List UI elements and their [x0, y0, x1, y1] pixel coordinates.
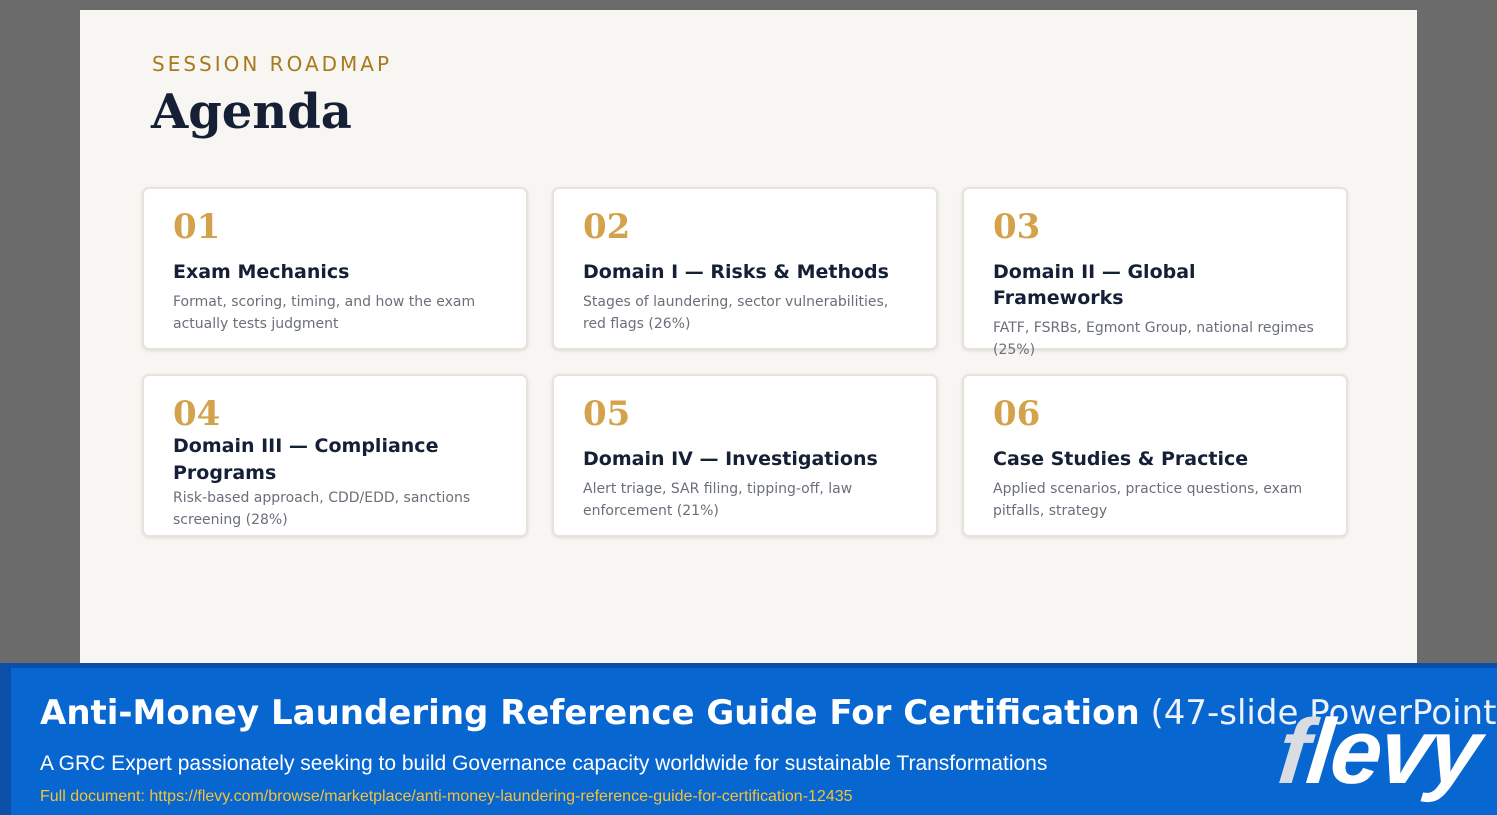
card-title: Case Studies & Practice — [993, 448, 1249, 470]
flevy-logo: flevy — [1274, 701, 1484, 803]
agenda-cards: 01 Exam Mechanics Format, scoring, timin… — [142, 187, 1348, 537]
logo-rest: levy — [1302, 701, 1485, 803]
card-title: Domain I — Risks & Methods — [583, 261, 889, 283]
page-title: Agenda — [151, 84, 352, 140]
document-subtitle: A GRC Expert passionately seeking to bui… — [40, 752, 1048, 775]
card-title: Domain II — Global Frameworks — [993, 261, 1196, 309]
document-title-main: Anti-Money Laundering Reference Guide Fo… — [40, 693, 1140, 733]
slide: SESSION ROADMAP Agenda 01 Exam Mechanics… — [80, 10, 1417, 665]
agenda-card-05: 05 Domain IV — Investigations Alert tria… — [552, 374, 938, 537]
agenda-card-03: 03 Domain II — Global Frameworks FATF, F… — [962, 187, 1348, 358]
card-title: Domain IV — Investigations — [583, 448, 878, 470]
promo-banner-panel: Anti-Money Laundering Reference Guide Fo… — [11, 668, 1497, 815]
card-number: 05 — [583, 394, 631, 434]
card-description: Stages of laundering, sector vulnerabili… — [583, 294, 889, 332]
document-title: Anti-Money Laundering Reference Guide Fo… — [40, 693, 1497, 733]
card-number: 04 — [173, 394, 221, 434]
card-number: 06 — [993, 394, 1041, 434]
agenda-card-02: 02 Domain I — Risks & Methods Stages of … — [552, 187, 938, 350]
agenda-card-01: 01 Exam Mechanics Format, scoring, timin… — [142, 187, 528, 350]
agenda-card-04: 04 Domain III — Compliance Programs Risk… — [142, 374, 528, 537]
card-number: 03 — [993, 207, 1041, 247]
card-description: FATF, FSRBs, Egmont Group, national regi… — [993, 320, 1314, 358]
card-number: 02 — [583, 207, 631, 247]
agenda-card-06: 06 Case Studies & Practice Applied scena… — [962, 374, 1348, 537]
card-title: Exam Mechanics — [173, 261, 350, 283]
card-number: 01 — [173, 207, 221, 247]
card-description: Alert triage, SAR filing, tipping-off, l… — [583, 481, 853, 519]
document-link[interactable]: Full document: https://flevy.com/browse/… — [40, 788, 853, 806]
promo-banner: Anti-Money Laundering Reference Guide Fo… — [0, 663, 1497, 815]
section-eyebrow: SESSION ROADMAP — [152, 52, 393, 76]
card-title: Domain III — Compliance Programs — [173, 435, 439, 484]
card-description: Format, scoring, timing, and how the exa… — [173, 294, 476, 332]
card-description: Risk-based approach, CDD/EDD, sanctions … — [173, 490, 471, 528]
card-description: Applied scenarios, practice questions, e… — [993, 481, 1303, 519]
